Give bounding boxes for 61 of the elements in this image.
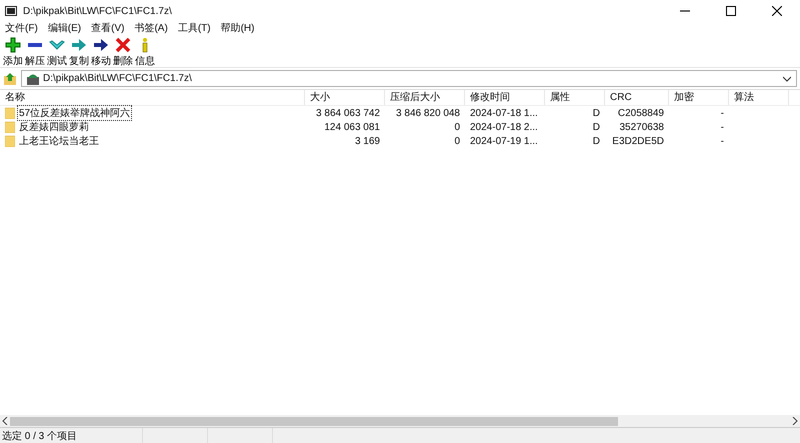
table-cell: 3 169 (354, 136, 380, 146)
arrow-right-icon (71, 37, 87, 53)
delete-icon (115, 37, 131, 53)
archive-icon (27, 72, 39, 84)
table-cell: 124 063 081 (324, 122, 380, 132)
column-header[interactable]: 压缩后大小 (385, 90, 465, 105)
arrow-right-icon (93, 37, 109, 53)
column-header[interactable]: 属性 (545, 90, 605, 105)
toolbar-button[interactable]: 删除 (112, 37, 134, 67)
table-cell: 0 (454, 122, 460, 132)
toolbar-button[interactable]: 添加 (2, 37, 24, 67)
column-header[interactable]: 名称 (0, 90, 305, 105)
scroll-right-icon[interactable] (792, 417, 798, 425)
file-name[interactable]: 反差婊四眼萝莉 (17, 119, 91, 135)
folder-icon (5, 121, 15, 133)
folder-icon (5, 107, 15, 119)
column-header[interactable]: 加密 (669, 90, 729, 105)
close-icon[interactable] (772, 6, 782, 16)
table-cell: C2058849 (618, 108, 664, 118)
table-cell: D (592, 136, 600, 146)
column-header[interactable]: 算法 (729, 90, 789, 105)
toolbar-button[interactable]: 信息 (134, 37, 156, 67)
table-cell: 35270638 (620, 122, 664, 132)
column-header[interactable]: CRC (605, 90, 669, 105)
window-title: D:\pikpak\Bit\LW\FC\FC1\FC1.7z\ (23, 6, 172, 16)
toolbar-button[interactable]: 解压 (24, 37, 46, 67)
scroll-left-icon[interactable] (2, 417, 8, 425)
menu-item[interactable]: 书签(A) (134, 21, 168, 35)
table-cell: 2024-07-18 1... (470, 108, 538, 118)
chevron-down-icon[interactable] (783, 76, 791, 82)
menu-item[interactable]: 查看(V) (91, 21, 124, 35)
up-folder-icon[interactable] (3, 72, 17, 86)
toolbar-button[interactable]: 复制 (68, 37, 90, 67)
table-cell: 2024-07-19 1... (470, 136, 538, 146)
status-text: 选定 0 / 3 个项目 (1, 430, 78, 442)
maximize-icon[interactable] (726, 6, 736, 16)
table-cell: - (720, 136, 724, 146)
toolbar-button[interactable]: 移动 (90, 37, 112, 67)
table-cell: - (720, 108, 724, 118)
table-cell: D (592, 122, 600, 132)
column-header[interactable]: 修改时间 (465, 90, 545, 105)
column-header[interactable]: 大小 (305, 90, 385, 105)
menu-item[interactable]: 帮助(H) (220, 21, 254, 35)
file-name[interactable]: 57位反差婊举牌战神阿六 (17, 105, 132, 121)
scrollbar-thumb[interactable] (10, 416, 618, 426)
table-cell: D (592, 108, 600, 118)
menu-item[interactable]: 文件(F) (5, 21, 38, 35)
table-cell: 2024-07-18 2... (470, 122, 538, 132)
menu-item[interactable]: 工具(T) (178, 21, 211, 35)
table-cell: E3D2DE5D (612, 136, 664, 146)
plus-icon (5, 37, 21, 53)
table-cell: - (720, 122, 724, 132)
address-field[interactable]: D:\pikpak\Bit\LW\FC\FC1\FC1.7z\ (21, 70, 797, 87)
menu-item[interactable]: 编辑(E) (48, 21, 82, 35)
file-name[interactable]: 上老王论坛当老王 (17, 133, 101, 149)
folder-icon (5, 135, 15, 147)
toolbar-button[interactable]: 测试 (46, 37, 68, 67)
table-cell: 0 (454, 136, 460, 146)
table-cell: 3 846 820 048 (396, 108, 460, 118)
table-cell: 3 864 063 742 (316, 108, 380, 118)
app-icon (5, 6, 17, 16)
